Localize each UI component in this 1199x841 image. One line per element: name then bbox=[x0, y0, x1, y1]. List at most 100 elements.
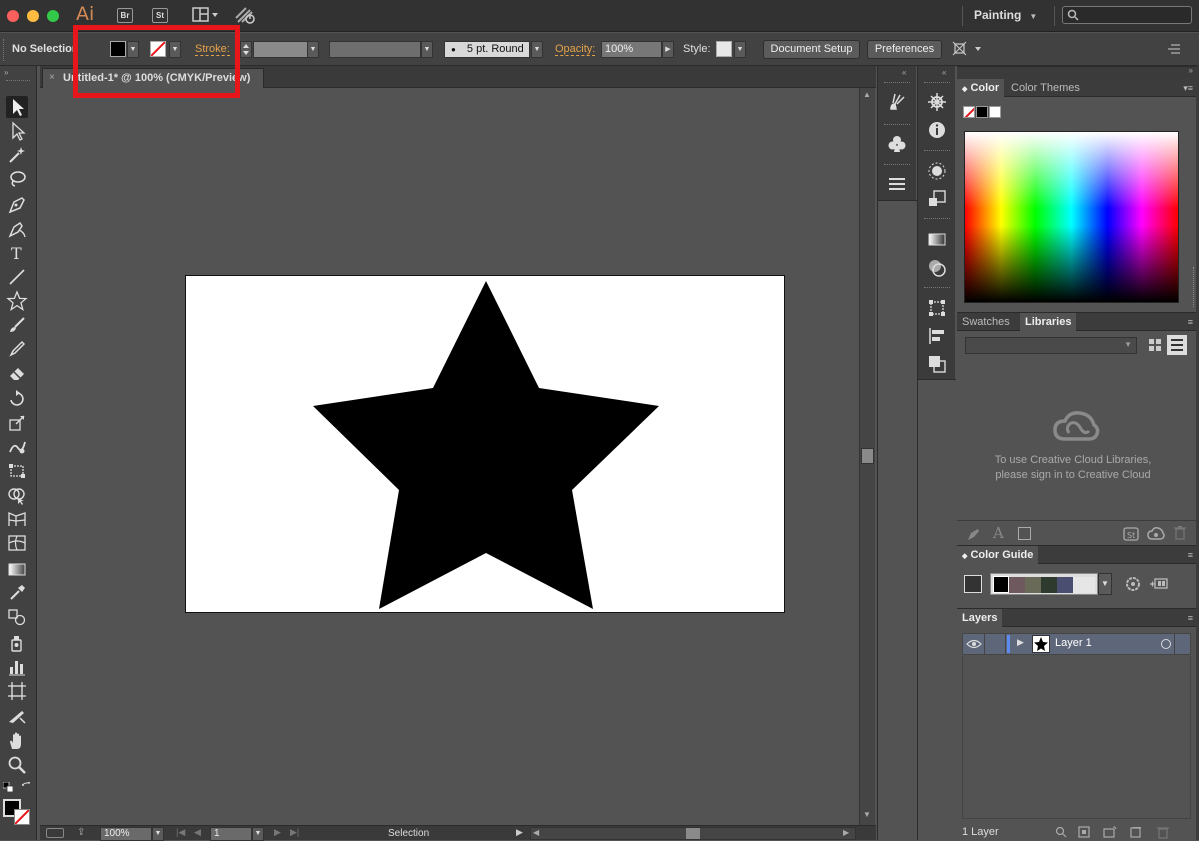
white-swatch[interactable] bbox=[989, 106, 1001, 118]
symbols-panel-button[interactable] bbox=[886, 133, 908, 155]
appearance-panel-button[interactable] bbox=[926, 160, 948, 182]
brush-definition[interactable]: ● 5 pt. Round bbox=[444, 41, 530, 58]
panel-menu-icon[interactable]: ≡ bbox=[1188, 613, 1193, 623]
add-fill-color-icon[interactable] bbox=[1018, 527, 1031, 540]
pencil-tool[interactable] bbox=[6, 338, 28, 360]
pathfinder-panel-button[interactable] bbox=[926, 353, 948, 375]
rotate-tool[interactable] bbox=[6, 388, 28, 410]
zoom-tool[interactable] bbox=[6, 754, 28, 776]
mesh-tool[interactable] bbox=[6, 532, 28, 554]
grid-view-button[interactable] bbox=[1147, 337, 1163, 353]
document-setup-button[interactable]: Document Setup bbox=[763, 40, 860, 59]
style-swatch[interactable] bbox=[716, 41, 732, 57]
close-icon[interactable]: × bbox=[49, 72, 55, 83]
zoom-field[interactable]: 100% bbox=[100, 827, 152, 841]
previous-page-button[interactable]: ◀ bbox=[194, 827, 201, 838]
next-page-button[interactable]: ▶ bbox=[274, 827, 281, 838]
stock-button[interactable]: St bbox=[152, 8, 168, 23]
none-color-swatch[interactable] bbox=[963, 106, 975, 118]
default-colors-button[interactable] bbox=[3, 782, 13, 792]
gpu-performance-button[interactable] bbox=[234, 6, 258, 26]
scale-tool[interactable] bbox=[6, 412, 28, 434]
navigator-panel-button[interactable] bbox=[926, 91, 948, 113]
page-field[interactable]: 1 bbox=[210, 827, 252, 841]
scroll-left-arrow[interactable]: ◀ bbox=[533, 828, 539, 837]
gradient-panel-button[interactable] bbox=[926, 228, 948, 250]
add-character-style-icon[interactable]: A bbox=[993, 524, 1004, 542]
transform-bounds-panel-button[interactable] bbox=[926, 297, 948, 319]
tab-color-guide[interactable]: ◆ Color Guide bbox=[957, 546, 1039, 564]
collapse-arrows-icon[interactable]: « bbox=[942, 68, 946, 77]
type-tool[interactable]: T bbox=[6, 242, 28, 264]
close-window-button[interactable] bbox=[7, 10, 19, 22]
column-graph-tool[interactable] bbox=[6, 656, 28, 678]
expand-triangle-icon[interactable]: ▶ bbox=[1017, 637, 1024, 648]
base-color-swatch[interactable] bbox=[964, 575, 982, 593]
target-circle-icon[interactable] bbox=[1161, 639, 1171, 649]
list-view-button[interactable] bbox=[1167, 335, 1187, 355]
canvas-area[interactable] bbox=[40, 88, 859, 825]
gradient-tool[interactable] bbox=[6, 558, 28, 580]
scroll-down-arrow[interactable]: ▼ bbox=[863, 810, 871, 819]
tools-collapse-icon[interactable]: » bbox=[4, 68, 8, 77]
arrange-documents-button[interactable] bbox=[192, 7, 220, 23]
guide-color-2[interactable] bbox=[1009, 577, 1025, 593]
control-bar-menu[interactable] bbox=[1166, 43, 1182, 55]
tab-swatches[interactable]: Swatches bbox=[957, 313, 1015, 331]
selection-area[interactable] bbox=[1174, 634, 1191, 654]
brush-dropdown[interactable]: ▼ bbox=[531, 41, 543, 58]
lock-toggle[interactable] bbox=[986, 634, 1006, 654]
opacity-field[interactable]: 100% bbox=[601, 41, 662, 58]
zoom-dropdown[interactable]: ▼ bbox=[152, 827, 164, 841]
curvature-tool[interactable] bbox=[6, 218, 28, 240]
perspective-grid-tool[interactable] bbox=[6, 508, 28, 530]
save-color-group-button[interactable] bbox=[1149, 575, 1169, 593]
stroke-weight-field[interactable] bbox=[253, 41, 308, 58]
artboard-tool[interactable] bbox=[6, 680, 28, 702]
lasso-tool[interactable] bbox=[6, 168, 28, 190]
brushes-panel-button[interactable] bbox=[886, 91, 908, 113]
scroll-thumb[interactable] bbox=[861, 448, 874, 464]
variable-width-profile[interactable] bbox=[329, 41, 421, 58]
eyedropper-tool[interactable] bbox=[6, 582, 28, 604]
layers-list-area[interactable] bbox=[962, 656, 1191, 819]
workspace-switcher[interactable]: Painting ▼ bbox=[974, 8, 1037, 22]
scroll-thumb[interactable] bbox=[686, 828, 700, 839]
stroke-weight-dropdown[interactable]: ▼ bbox=[307, 41, 319, 58]
minimize-window-button[interactable] bbox=[27, 10, 39, 22]
first-page-button[interactable]: |◀ bbox=[176, 827, 185, 838]
style-dropdown[interactable]: ▼ bbox=[734, 41, 746, 58]
swap-colors-button[interactable] bbox=[22, 782, 32, 792]
magic-wand-tool[interactable] bbox=[6, 144, 28, 166]
opacity-slider-button[interactable]: ▶ bbox=[662, 41, 674, 58]
last-page-button[interactable]: ▶| bbox=[290, 827, 299, 838]
transparency-panel-button[interactable] bbox=[926, 257, 948, 279]
opacity-link[interactable]: Opacity: bbox=[555, 43, 596, 56]
vertical-scrollbar[interactable]: ▲ ▼ bbox=[859, 88, 875, 825]
guide-color-4[interactable] bbox=[1041, 577, 1057, 593]
share-icon[interactable]: ⇪ bbox=[77, 827, 85, 838]
tab-libraries[interactable]: Libraries bbox=[1020, 313, 1077, 331]
collapse-arrows-icon[interactable]: » bbox=[1189, 66, 1193, 75]
panel-menu-icon[interactable]: ≡ bbox=[1188, 550, 1193, 560]
horizontal-scrollbar[interactable]: ◀ ▶ bbox=[530, 827, 856, 840]
direct-selection-tool[interactable] bbox=[6, 120, 28, 142]
paintbrush-tool[interactable] bbox=[6, 314, 28, 336]
preferences-button[interactable]: Preferences bbox=[867, 40, 942, 59]
maximize-window-button[interactable] bbox=[47, 10, 59, 22]
hand-tool[interactable] bbox=[6, 730, 28, 752]
guide-color-6[interactable] bbox=[1073, 577, 1095, 593]
page-dropdown[interactable]: ▼ bbox=[252, 827, 264, 841]
black-swatch[interactable] bbox=[976, 106, 988, 118]
harmony-rules-dropdown[interactable]: ▼ bbox=[1098, 573, 1112, 595]
bridge-button[interactable]: Br bbox=[117, 8, 133, 23]
scroll-up-arrow[interactable]: ▲ bbox=[863, 90, 871, 99]
color-spectrum[interactable] bbox=[964, 131, 1179, 303]
library-select[interactable]: ▼ bbox=[965, 337, 1137, 354]
layer-name[interactable]: Layer 1 bbox=[1055, 637, 1092, 649]
collapse-arrows-icon[interactable]: « bbox=[902, 68, 906, 77]
scroll-right-arrow[interactable]: ▶ bbox=[843, 828, 849, 837]
star-tool[interactable] bbox=[6, 290, 28, 312]
slice-tool[interactable] bbox=[6, 706, 28, 728]
guide-color-3[interactable] bbox=[1025, 577, 1041, 593]
